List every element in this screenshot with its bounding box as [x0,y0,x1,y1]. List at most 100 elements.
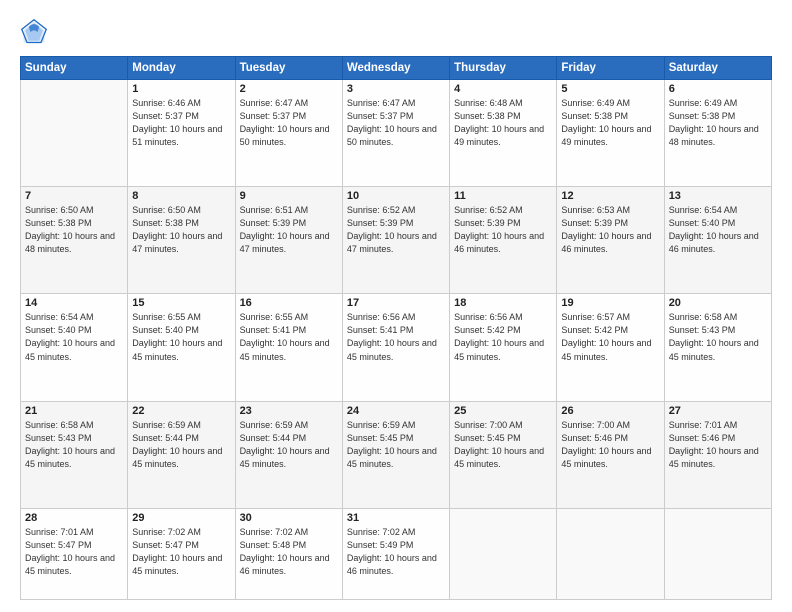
day-number: 19 [561,297,659,309]
calendar-cell: 6 Sunrise: 6:49 AMSunset: 5:38 PMDaylight… [664,80,771,187]
calendar-cell: 31 Sunrise: 7:02 AMSunset: 5:49 PMDayligh… [342,508,449,599]
day-info: Sunrise: 6:53 AMSunset: 5:39 PMDaylight:… [561,204,659,256]
day-number: 1 [132,83,230,95]
day-info: Sunrise: 6:59 AMSunset: 5:44 PMDaylight:… [240,419,338,471]
day-number: 30 [240,512,338,524]
day-number: 18 [454,297,552,309]
calendar-cell: 8Sunrise: 6:50 AMSunset: 5:38 PMDaylight… [128,187,235,294]
calendar-week-row: 14 Sunrise: 6:54 AMSunset: 5:40 PMDayligh… [21,294,772,401]
day-number: 20 [669,297,767,309]
day-number: 5 [561,83,659,95]
calendar-cell [21,80,128,187]
day-info: Sunrise: 7:00 AMSunset: 5:45 PMDaylight:… [454,419,552,471]
calendar-cell: 13Sunrise: 6:54 AMSunset: 5:40 PMDayligh… [664,187,771,294]
day-info: Sunrise: 6:59 AMSunset: 5:45 PMDaylight:… [347,419,445,471]
logo-icon [20,18,48,46]
day-info: Sunrise: 6:49 AMSunset: 5:38 PMDaylight:… [669,97,767,149]
day-number: 25 [454,405,552,417]
day-info: Sunrise: 6:47 AMSunset: 5:37 PMDaylight:… [240,97,338,149]
day-number: 24 [347,405,445,417]
day-info: Sunrise: 6:56 AMSunset: 5:42 PMDaylight:… [454,311,552,363]
day-info: Sunrise: 7:02 AMSunset: 5:48 PMDaylight:… [240,526,338,578]
calendar-cell: 20 Sunrise: 6:58 AMSunset: 5:43 PMDayligh… [664,294,771,401]
day-info: Sunrise: 7:00 AMSunset: 5:46 PMDaylight:… [561,419,659,471]
day-info: Sunrise: 6:57 AMSunset: 5:42 PMDaylight:… [561,311,659,363]
calendar-cell: 29 Sunrise: 7:02 AMSunset: 5:47 PMDayligh… [128,508,235,599]
day-info: Sunrise: 6:56 AMSunset: 5:41 PMDaylight:… [347,311,445,363]
calendar-cell [450,508,557,599]
calendar-cell: 11 Sunrise: 6:52 AMSunset: 5:39 PMDayligh… [450,187,557,294]
day-number: 15 [132,297,230,309]
calendar-cell: 14 Sunrise: 6:54 AMSunset: 5:40 PMDayligh… [21,294,128,401]
calendar-cell [557,508,664,599]
calendar-cell: 23 Sunrise: 6:59 AMSunset: 5:44 PMDayligh… [235,401,342,508]
day-info: Sunrise: 6:54 AMSunset: 5:40 PMDaylight:… [25,311,123,363]
day-info: Sunrise: 6:47 AMSunset: 5:37 PMDaylight:… [347,97,445,149]
day-number: 9 [240,190,338,202]
calendar-cell: 4 Sunrise: 6:48 AMSunset: 5:38 PMDaylight… [450,80,557,187]
day-info: Sunrise: 7:02 AMSunset: 5:47 PMDaylight:… [132,526,230,578]
day-number: 22 [132,405,230,417]
calendar-cell: 26 Sunrise: 7:00 AMSunset: 5:46 PMDayligh… [557,401,664,508]
logo [20,18,52,46]
day-info: Sunrise: 6:58 AMSunset: 5:43 PMDaylight:… [669,311,767,363]
day-info: Sunrise: 6:52 AMSunset: 5:39 PMDaylight:… [347,204,445,256]
day-number: 26 [561,405,659,417]
calendar-week-row: 1 Sunrise: 6:46 AMSunset: 5:37 PMDaylight… [21,80,772,187]
calendar-cell: 2 Sunrise: 6:47 AMSunset: 5:37 PMDaylight… [235,80,342,187]
day-info: Sunrise: 6:59 AMSunset: 5:44 PMDaylight:… [132,419,230,471]
calendar-cell: 19 Sunrise: 6:57 AMSunset: 5:42 PMDayligh… [557,294,664,401]
day-info: Sunrise: 7:01 AMSunset: 5:46 PMDaylight:… [669,419,767,471]
calendar-cell: 30 Sunrise: 7:02 AMSunset: 5:48 PMDayligh… [235,508,342,599]
day-number: 3 [347,83,445,95]
day-info: Sunrise: 6:49 AMSunset: 5:38 PMDaylight:… [561,97,659,149]
calendar-week-row: 21 Sunrise: 6:58 AMSunset: 5:43 PMDayligh… [21,401,772,508]
day-info: Sunrise: 7:02 AMSunset: 5:49 PMDaylight:… [347,526,445,578]
calendar-cell: 25 Sunrise: 7:00 AMSunset: 5:45 PMDayligh… [450,401,557,508]
day-number: 4 [454,83,552,95]
header [20,18,772,46]
calendar-cell: 12 Sunrise: 6:53 AMSunset: 5:39 PMDayligh… [557,187,664,294]
calendar-cell: 7 Sunrise: 6:50 AMSunset: 5:38 PMDaylight… [21,187,128,294]
calendar-cell: 3 Sunrise: 6:47 AMSunset: 5:37 PMDaylight… [342,80,449,187]
day-number: 6 [669,83,767,95]
day-info: Sunrise: 6:58 AMSunset: 5:43 PMDaylight:… [25,419,123,471]
weekday-header: Friday [557,57,664,80]
day-number: 16 [240,297,338,309]
day-info: Sunrise: 6:55 AMSunset: 5:40 PMDaylight:… [132,311,230,363]
calendar-cell: 22 Sunrise: 6:59 AMSunset: 5:44 PMDayligh… [128,401,235,508]
day-info: Sunrise: 6:46 AMSunset: 5:37 PMDaylight:… [132,97,230,149]
calendar-cell: 27Sunrise: 7:01 AMSunset: 5:46 PMDayligh… [664,401,771,508]
day-number: 2 [240,83,338,95]
weekday-header: Sunday [21,57,128,80]
calendar-cell: 5 Sunrise: 6:49 AMSunset: 5:38 PMDaylight… [557,80,664,187]
day-info: Sunrise: 7:01 AMSunset: 5:47 PMDaylight:… [25,526,123,578]
day-number: 11 [454,190,552,202]
day-info: Sunrise: 6:51 AMSunset: 5:39 PMDaylight:… [240,204,338,256]
weekday-header: Tuesday [235,57,342,80]
calendar-cell: 24 Sunrise: 6:59 AMSunset: 5:45 PMDayligh… [342,401,449,508]
day-number: 12 [561,190,659,202]
page: SundayMondayTuesdayWednesdayThursdayFrid… [0,0,792,612]
day-number: 31 [347,512,445,524]
day-number: 14 [25,297,123,309]
calendar-cell: 28 Sunrise: 7:01 AMSunset: 5:47 PMDayligh… [21,508,128,599]
weekday-header: Monday [128,57,235,80]
day-info: Sunrise: 6:52 AMSunset: 5:39 PMDaylight:… [454,204,552,256]
day-number: 28 [25,512,123,524]
weekday-header: Saturday [664,57,771,80]
calendar-cell [664,508,771,599]
weekday-header: Thursday [450,57,557,80]
calendar-cell: 9 Sunrise: 6:51 AMSunset: 5:39 PMDaylight… [235,187,342,294]
calendar-cell: 10Sunrise: 6:52 AMSunset: 5:39 PMDayligh… [342,187,449,294]
day-number: 29 [132,512,230,524]
calendar-table: SundayMondayTuesdayWednesdayThursdayFrid… [20,56,772,600]
day-number: 17 [347,297,445,309]
day-number: 7 [25,190,123,202]
day-info: Sunrise: 6:54 AMSunset: 5:40 PMDaylight:… [669,204,767,256]
day-number: 21 [25,405,123,417]
day-info: Sunrise: 6:48 AMSunset: 5:38 PMDaylight:… [454,97,552,149]
weekday-header: Wednesday [342,57,449,80]
day-info: Sunrise: 6:50 AMSunset: 5:38 PMDaylight:… [25,204,123,256]
day-number: 23 [240,405,338,417]
